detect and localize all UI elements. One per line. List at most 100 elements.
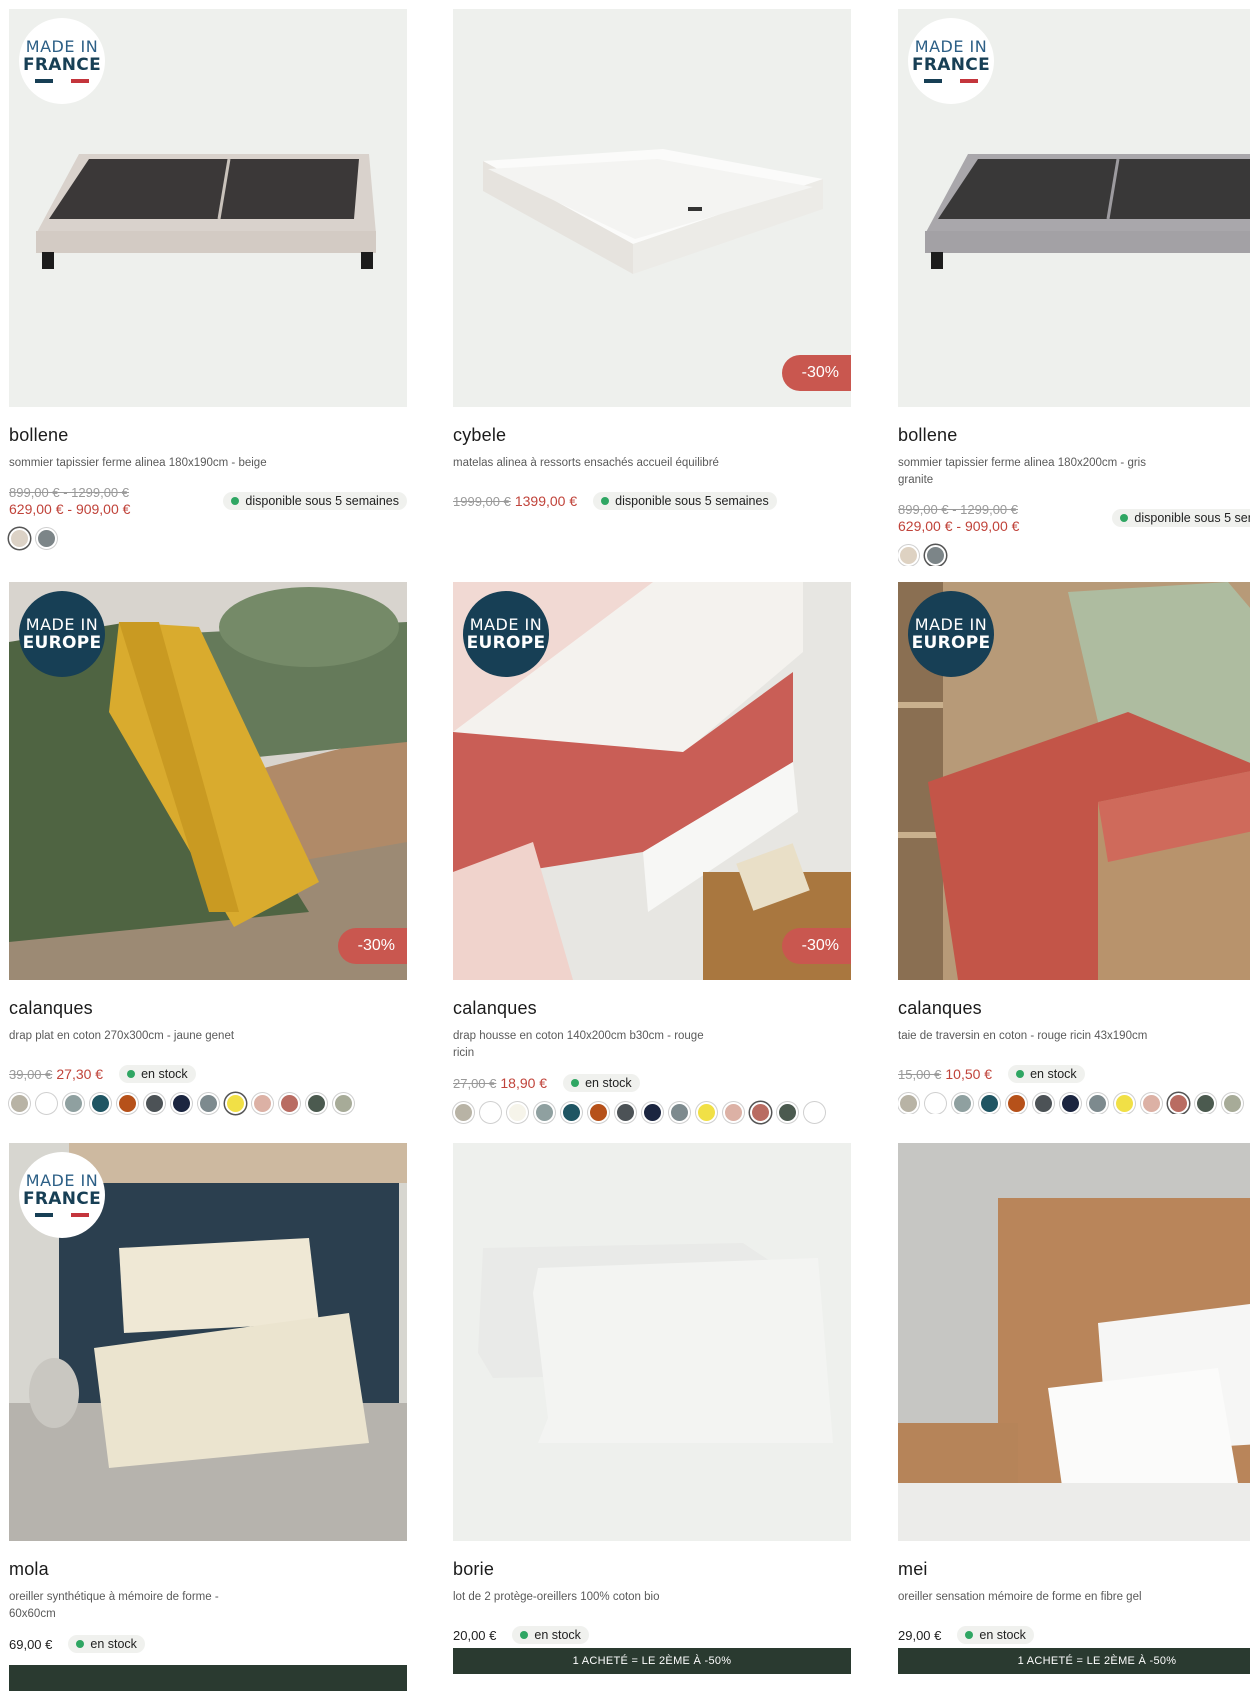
made-in-badge: MADE IN EUROPE xyxy=(908,591,994,677)
stock-dot-icon xyxy=(965,1631,974,1639)
color-swatch[interactable] xyxy=(333,1093,354,1114)
color-swatches xyxy=(898,545,1250,566)
color-swatch[interactable] xyxy=(36,1093,57,1114)
product-title[interactable]: mola xyxy=(9,1559,407,1583)
price: 20,00 € xyxy=(453,1627,497,1643)
sale-price: 10,50 € xyxy=(945,1065,993,1082)
product-card[interactable]: -30% cybele matelas alinea à ressorts en… xyxy=(453,9,851,510)
color-swatch[interactable] xyxy=(1222,1093,1243,1114)
price-block: 15,00 € 10,50 € xyxy=(898,1066,992,1083)
color-swatch[interactable] xyxy=(453,1102,474,1123)
product-title[interactable]: calanques xyxy=(898,998,1250,1022)
sale-price: 629,00 € - 909,00 € xyxy=(9,501,131,517)
old-price: 39,00 € xyxy=(9,1066,53,1082)
color-swatch[interactable] xyxy=(507,1102,528,1123)
color-swatch[interactable] xyxy=(279,1093,300,1114)
product-card[interactable]: MADE IN FRANCE mola oreiller synthétique… xyxy=(9,1143,407,1691)
product-card[interactable]: borie lot de 2 protège-oreillers 100% co… xyxy=(453,1143,851,1674)
product-image[interactable]: MADE IN EUROPE xyxy=(898,582,1250,980)
price: 69,00 € xyxy=(9,1636,53,1652)
color-swatch[interactable] xyxy=(898,1093,919,1114)
product-card[interactable]: mei oreiller sensation mémoire de forme … xyxy=(898,1143,1250,1674)
product-description: drap plat en coton 270x300cm - jaune gen… xyxy=(9,1030,235,1042)
color-swatch[interactable] xyxy=(925,1093,946,1114)
promo-banner: 1 ACHETÉ = LE 2ÈME À -50% xyxy=(453,1648,851,1674)
color-swatch[interactable] xyxy=(642,1102,663,1123)
color-swatches xyxy=(898,1093,1250,1114)
color-swatch[interactable] xyxy=(804,1102,825,1123)
product-title[interactable]: calanques xyxy=(9,998,407,1022)
color-swatch[interactable] xyxy=(1114,1093,1135,1114)
product-card[interactable]: MADE IN EUROPE calanques taie de travers… xyxy=(898,582,1250,1114)
color-swatch[interactable] xyxy=(117,1093,138,1114)
product-image[interactable]: MADE IN EUROPE -30% xyxy=(9,582,407,980)
stock-dot-icon xyxy=(520,1631,529,1639)
made-in-badge: MADE IN FRANCE xyxy=(19,1152,105,1238)
product-description: lot de 2 protège-oreillers 100% coton bi… xyxy=(453,1591,660,1603)
product-title[interactable]: bollene xyxy=(898,425,1250,449)
color-swatch[interactable] xyxy=(952,1093,973,1114)
color-swatches xyxy=(9,1093,407,1114)
old-price: 899,00 € - 1299,00 € xyxy=(898,502,1018,517)
price-block: 899,00 € - 1299,00 € 629,00 € - 909,00 € xyxy=(898,501,1019,535)
color-swatch[interactable] xyxy=(9,528,30,549)
color-swatch[interactable] xyxy=(198,1093,219,1114)
promo-banner xyxy=(9,1665,407,1691)
color-swatch[interactable] xyxy=(63,1093,84,1114)
stock-badge: en stock xyxy=(68,1635,145,1653)
product-title[interactable]: cybele xyxy=(453,425,851,449)
product-title[interactable]: borie xyxy=(453,1559,851,1583)
color-swatch[interactable] xyxy=(561,1102,582,1123)
color-swatch[interactable] xyxy=(898,545,919,566)
product-card[interactable]: MADE IN EUROPE -30% calanques drap plat … xyxy=(9,582,407,1114)
color-swatch[interactable] xyxy=(588,1102,609,1123)
color-swatch[interactable] xyxy=(306,1093,327,1114)
color-swatch[interactable] xyxy=(225,1093,246,1114)
price-block: 1999,00 € 1399,00 € xyxy=(453,493,577,510)
color-swatch[interactable] xyxy=(534,1102,555,1123)
color-swatch[interactable] xyxy=(669,1102,690,1123)
color-swatch[interactable] xyxy=(171,1093,192,1114)
product-title[interactable]: bollene xyxy=(9,425,407,449)
color-swatch[interactable] xyxy=(615,1102,636,1123)
color-swatch[interactable] xyxy=(1141,1093,1162,1114)
product-image[interactable] xyxy=(453,1143,851,1541)
sale-price: 18,90 € xyxy=(500,1074,548,1091)
color-swatch[interactable] xyxy=(252,1093,273,1114)
stock-dot-icon xyxy=(127,1070,136,1078)
color-swatch[interactable] xyxy=(925,545,946,566)
color-swatch[interactable] xyxy=(9,1093,30,1114)
color-swatch[interactable] xyxy=(1087,1093,1108,1114)
color-swatch[interactable] xyxy=(1060,1093,1081,1114)
product-card[interactable]: MADE IN FRANCE bollene sommier tapissier… xyxy=(898,9,1250,566)
color-swatch[interactable] xyxy=(750,1102,771,1123)
stock-dot-icon xyxy=(1120,514,1129,522)
color-swatch[interactable] xyxy=(90,1093,111,1114)
product-card[interactable]: MADE IN FRANCE bollene sommier tapissier… xyxy=(9,9,407,549)
product-image[interactable]: MADE IN FRANCE xyxy=(9,1143,407,1541)
product-card[interactable]: MADE IN EUROPE -30% calanques drap houss… xyxy=(453,582,851,1123)
made-in-badge: MADE IN EUROPE xyxy=(463,591,549,677)
color-swatch[interactable] xyxy=(723,1102,744,1123)
color-swatch[interactable] xyxy=(480,1102,501,1123)
color-swatch[interactable] xyxy=(696,1102,717,1123)
product-image[interactable] xyxy=(898,1143,1250,1541)
product-image[interactable]: MADE IN FRANCE xyxy=(898,9,1250,407)
product-image[interactable]: -30% xyxy=(453,9,851,407)
color-swatch[interactable] xyxy=(1195,1093,1216,1114)
color-swatch[interactable] xyxy=(1168,1093,1189,1114)
color-swatch[interactable] xyxy=(144,1093,165,1114)
product-title[interactable]: calanques xyxy=(453,998,851,1022)
stock-badge: en stock xyxy=(1008,1065,1085,1083)
color-swatch[interactable] xyxy=(777,1102,798,1123)
old-price: 27,00 € xyxy=(453,1075,497,1091)
price-block: 27,00 € 18,90 € xyxy=(453,1075,547,1092)
product-image[interactable]: MADE IN FRANCE xyxy=(9,9,407,407)
color-swatch[interactable] xyxy=(1033,1093,1054,1114)
color-swatch[interactable] xyxy=(1006,1093,1027,1114)
color-swatch[interactable] xyxy=(979,1093,1000,1114)
product-description: oreiller sensation mémoire de forme en f… xyxy=(898,1591,1142,1603)
product-image[interactable]: MADE IN EUROPE -30% xyxy=(453,582,851,980)
color-swatch[interactable] xyxy=(36,528,57,549)
product-title[interactable]: mei xyxy=(898,1559,1250,1583)
